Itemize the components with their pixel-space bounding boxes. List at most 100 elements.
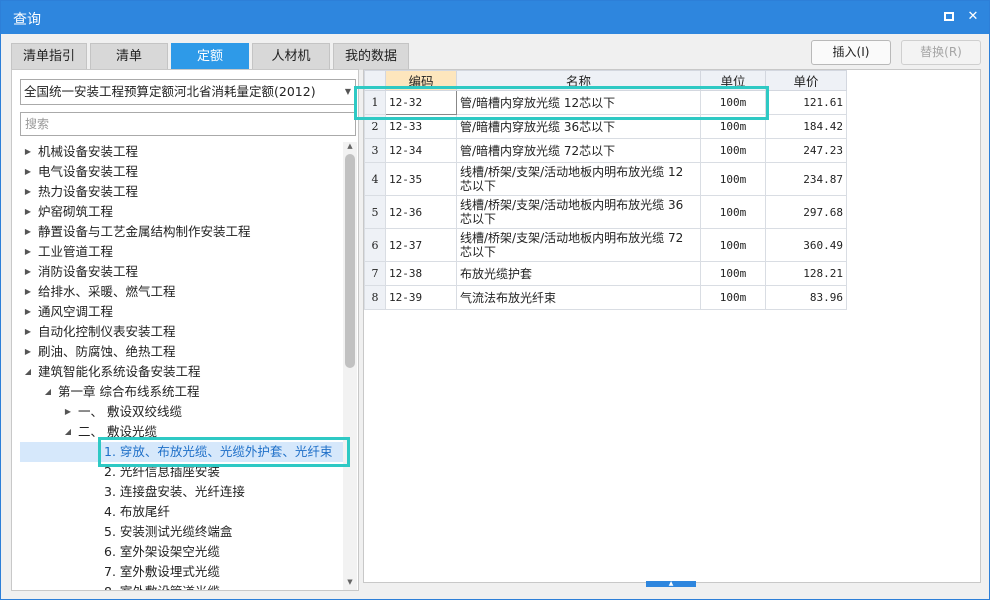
unit-cell[interactable]: 100m bbox=[700, 138, 766, 163]
price-cell[interactable]: 184.42 bbox=[765, 114, 847, 139]
collapsed-arrow-icon[interactable]: ▶ bbox=[62, 402, 74, 422]
price-cell[interactable]: 234.87 bbox=[765, 162, 847, 196]
code-cell[interactable]: 12-37 bbox=[385, 228, 457, 262]
row-number-cell[interactable]: 2 bbox=[364, 114, 386, 139]
price-cell[interactable]: 83.96 bbox=[765, 285, 847, 310]
price-cell[interactable]: 360.49 bbox=[765, 228, 847, 262]
code-cell[interactable]: 12-33 bbox=[385, 114, 457, 139]
row-number-cell[interactable]: 6 bbox=[364, 228, 386, 262]
unit-cell[interactable]: 100m bbox=[700, 90, 766, 115]
row-number-cell[interactable]: 3 bbox=[364, 138, 386, 163]
panel-collapse-handle[interactable]: ▲ bbox=[646, 581, 696, 587]
code-cell[interactable]: 12-32 bbox=[385, 90, 457, 115]
table-row[interactable]: 3 12-34 管/暗槽内穿放光缆 72芯以下 100m 247.23 bbox=[364, 138, 847, 163]
row-number-cell[interactable]: 4 bbox=[364, 162, 386, 196]
collapsed-arrow-icon[interactable]: ▶ bbox=[22, 322, 34, 342]
collapsed-arrow-icon[interactable]: ▶ bbox=[22, 222, 34, 242]
expanded-arrow-icon[interactable]: ◢ bbox=[42, 382, 54, 402]
collapsed-arrow-icon[interactable]: ▶ bbox=[22, 262, 34, 282]
tree-item[interactable]: ▶ 自动化控制仪表安装工程 bbox=[20, 322, 344, 342]
code-cell[interactable]: 12-34 bbox=[385, 138, 457, 163]
collapsed-arrow-icon[interactable]: ▶ bbox=[22, 342, 34, 362]
unit-cell[interactable]: 100m bbox=[700, 195, 766, 229]
collapsed-arrow-icon[interactable]: ▶ bbox=[22, 142, 34, 162]
table-row[interactable]: 2 12-33 管/暗槽内穿放光缆 36芯以下 100m 184.42 bbox=[364, 114, 847, 139]
name-cell[interactable]: 线槽/桥架/支架/活动地板内明布放光缆 36 芯以下 bbox=[456, 195, 701, 229]
row-number-cell[interactable]: 5 bbox=[364, 195, 386, 229]
tab-my-data[interactable]: 我的数据 bbox=[333, 43, 409, 70]
collapsed-arrow-icon[interactable]: ▶ bbox=[22, 182, 34, 202]
collapsed-arrow-icon[interactable]: ▶ bbox=[22, 302, 34, 322]
tree-item[interactable]: 4. 布放尾纤 bbox=[20, 502, 344, 522]
tree-item[interactable]: ▶ 工业管道工程 bbox=[20, 242, 344, 262]
unit-cell[interactable]: 100m bbox=[700, 162, 766, 196]
insert-button[interactable]: 插入(I) bbox=[811, 40, 891, 65]
tree-item[interactable]: ▶ 一、 敷设双绞线缆 bbox=[20, 402, 344, 422]
tree-item[interactable]: ▶ 机械设备安装工程 bbox=[20, 142, 344, 162]
tree-item[interactable]: ▶ 热力设备安装工程 bbox=[20, 182, 344, 202]
tree-item[interactable]: ▶ 静置设备与工艺金属结构制作安装工程 bbox=[20, 222, 344, 242]
table-row[interactable]: 6 12-37 线槽/桥架/支架/活动地板内明布放光缆 72 芯以下 100m 360.… bbox=[364, 228, 847, 262]
tree-item[interactable]: ▶ 消防设备安装工程 bbox=[20, 262, 344, 282]
name-cell[interactable]: 管/暗槽内穿放光缆 72芯以下 bbox=[456, 138, 701, 163]
tab-list[interactable]: 清单 bbox=[90, 43, 168, 70]
tree-item[interactable]: 5. 安装测试光缆终端盒 bbox=[20, 522, 344, 542]
tree-item[interactable]: ▶ 电气设备安装工程 bbox=[20, 162, 344, 182]
name-cell[interactable]: 线槽/桥架/支架/活动地板内明布放光缆 12 芯以下 bbox=[456, 162, 701, 196]
tree-item[interactable]: 7. 室外敷设埋式光缆 bbox=[20, 562, 344, 582]
name-cell[interactable]: 管/暗槽内穿放光缆 12芯以下 bbox=[456, 90, 701, 115]
tree-item[interactable]: 2. 光纤信息插座安装 bbox=[20, 462, 344, 482]
collapsed-arrow-icon[interactable]: ▶ bbox=[22, 202, 34, 222]
tab-labor-material-machine[interactable]: 人材机 bbox=[252, 43, 330, 70]
close-icon[interactable]: ✕ bbox=[965, 9, 981, 25]
table-row[interactable]: 5 12-36 线槽/桥架/支架/活动地板内明布放光缆 36 芯以下 100m 297.… bbox=[364, 195, 847, 229]
column-header-code[interactable]: 编码 bbox=[385, 70, 457, 91]
tree-item[interactable]: ▶ 给排水、采暖、燃气工程 bbox=[20, 282, 344, 302]
code-cell[interactable]: 12-38 bbox=[385, 261, 457, 286]
tree-item[interactable]: ▶ 刷油、防腐蚀、绝热工程 bbox=[20, 342, 344, 362]
column-header-name[interactable]: 名称 bbox=[456, 70, 701, 91]
tree-item[interactable]: 3. 连接盘安装、光纤连接 bbox=[20, 482, 344, 502]
tree-item[interactable]: 8. 室外敷设管道光缆 bbox=[20, 582, 344, 590]
tree-item[interactable]: ◢ 建筑智能化系统设备安装工程 bbox=[20, 362, 344, 382]
table-row[interactable]: 8 12-39 气流法布放光纤束 100m 83.96 bbox=[364, 285, 847, 310]
price-cell[interactable]: 247.23 bbox=[765, 138, 847, 163]
name-cell[interactable]: 气流法布放光纤束 bbox=[456, 285, 701, 310]
quota-library-select[interactable]: 全国统一安装工程预算定额河北省消耗量定额(2012) ▼ bbox=[20, 79, 356, 105]
expanded-arrow-icon[interactable]: ◢ bbox=[22, 362, 34, 382]
code-cell[interactable]: 12-39 bbox=[385, 285, 457, 310]
scroll-up-icon[interactable]: ▲ bbox=[343, 142, 357, 154]
unit-cell[interactable]: 100m bbox=[700, 228, 766, 262]
price-cell[interactable]: 128.21 bbox=[765, 261, 847, 286]
name-cell[interactable]: 管/暗槽内穿放光缆 36芯以下 bbox=[456, 114, 701, 139]
collapsed-arrow-icon[interactable]: ▶ bbox=[22, 242, 34, 262]
row-number-cell[interactable]: 7 bbox=[364, 261, 386, 286]
scroll-thumb[interactable] bbox=[345, 154, 355, 368]
table-row[interactable]: 7 12-38 布放光缆护套 100m 128.21 bbox=[364, 261, 847, 286]
code-cell[interactable]: 12-36 bbox=[385, 195, 457, 229]
tree-item[interactable]: ◢ 第一章 综合布线系统工程 bbox=[20, 382, 344, 402]
replace-button[interactable]: 替换(R) bbox=[901, 40, 981, 65]
collapsed-arrow-icon[interactable]: ▶ bbox=[22, 162, 34, 182]
column-header-price[interactable]: 单价 bbox=[765, 70, 847, 91]
tree-scrollbar[interactable]: ▲ ▼ bbox=[343, 142, 357, 590]
row-number-cell[interactable]: 8 bbox=[364, 285, 386, 310]
table-row[interactable]: 4 12-35 线槽/桥架/支架/活动地板内明布放光缆 12 芯以下 100m 234.… bbox=[364, 162, 847, 196]
maximize-icon[interactable] bbox=[941, 9, 957, 25]
tab-quota[interactable]: 定额 bbox=[171, 43, 249, 70]
name-cell[interactable]: 线槽/桥架/支架/活动地板内明布放光缆 72 芯以下 bbox=[456, 228, 701, 262]
row-number-cell[interactable]: 1 bbox=[364, 90, 386, 115]
tree-item[interactable]: ▶ 通风空调工程 bbox=[20, 302, 344, 322]
column-header-unit[interactable]: 单位 bbox=[700, 70, 766, 91]
collapsed-arrow-icon[interactable]: ▶ bbox=[22, 282, 34, 302]
tree-item[interactable]: 1. 穿放、布放光缆、光缆外护套、光纤束 bbox=[20, 442, 344, 462]
price-cell[interactable]: 297.68 bbox=[765, 195, 847, 229]
tree-item[interactable]: ◢ 二、 敷设光缆 bbox=[20, 422, 344, 442]
table-row[interactable]: 1 12-32 管/暗槽内穿放光缆 12芯以下 100m 121.61 bbox=[364, 90, 847, 115]
unit-cell[interactable]: 100m bbox=[700, 285, 766, 310]
unit-cell[interactable]: 100m bbox=[700, 114, 766, 139]
tab-list-guide[interactable]: 清单指引 bbox=[11, 43, 87, 70]
scroll-down-icon[interactable]: ▼ bbox=[343, 578, 357, 590]
unit-cell[interactable]: 100m bbox=[700, 261, 766, 286]
code-cell[interactable]: 12-35 bbox=[385, 162, 457, 196]
